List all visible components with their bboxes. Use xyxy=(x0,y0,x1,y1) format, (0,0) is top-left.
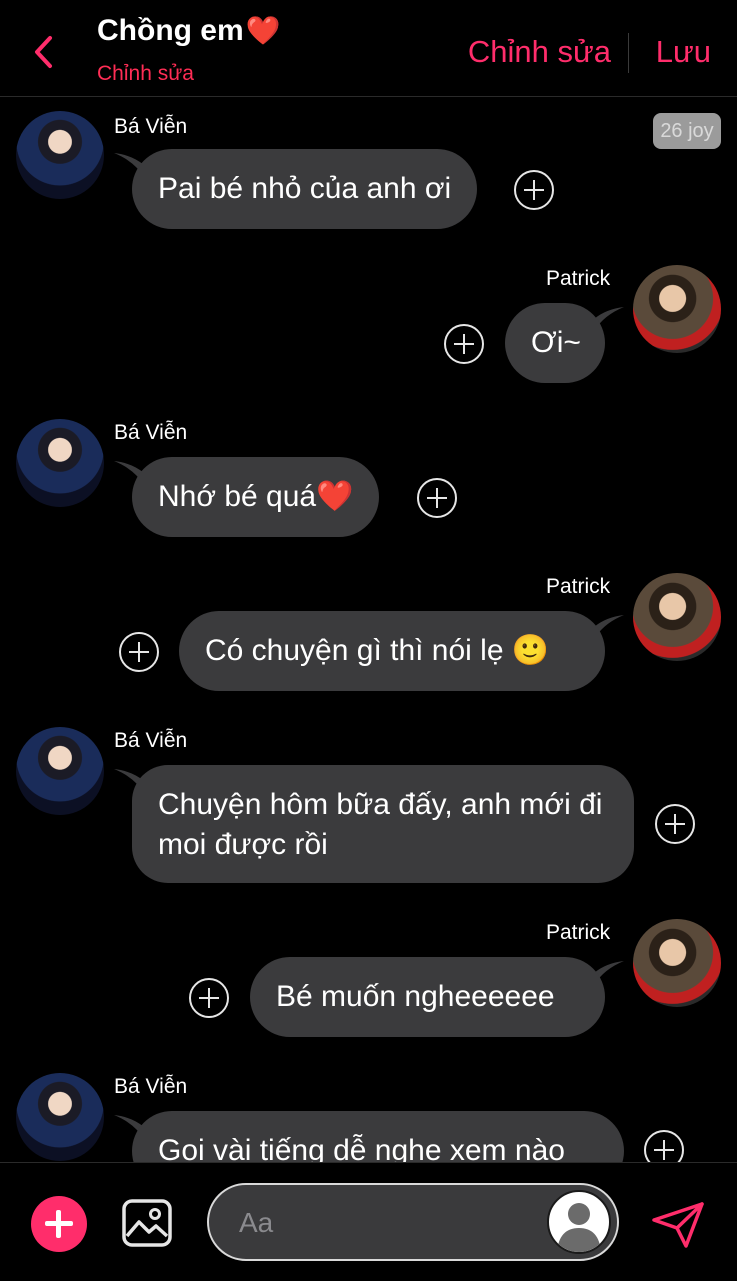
message-bubble[interactable]: Có chuyện gì thì nói lẹ 🙂 xyxy=(179,611,605,691)
message-row: Bá Viễn Nhớ bé quá❤️ xyxy=(0,405,737,555)
save-button[interactable]: Lưu xyxy=(656,34,711,70)
chat-subtitle[interactable]: Chỉnh sửa xyxy=(97,62,194,86)
message-input[interactable] xyxy=(237,1199,541,1247)
message-input-wrapper xyxy=(207,1183,619,1261)
message-row: Patrick Ơi~ xyxy=(0,251,737,401)
sender-name: Bá Viễn xyxy=(114,421,188,444)
image-button[interactable] xyxy=(121,1198,173,1248)
sender-name: Bá Viễn xyxy=(114,1075,188,1098)
send-icon xyxy=(652,1202,704,1248)
add-reaction-button[interactable] xyxy=(655,804,695,844)
composer-bar xyxy=(0,1162,737,1281)
add-reaction-button[interactable] xyxy=(417,478,457,518)
chat-header: Chồng em❤️ Chỉnh sửa Chỉnh sửa Lưu xyxy=(0,0,737,97)
sender-name: Bá Viễn xyxy=(114,115,188,138)
message-row: Bá Viễn Gọi vài tiếng dễ nghe xem nào xyxy=(0,1059,737,1162)
person-icon xyxy=(557,1203,601,1252)
sender-name: Patrick xyxy=(546,575,611,598)
image-icon xyxy=(122,1199,172,1247)
message-row: Patrick Bé muốn ngheeeeee xyxy=(0,905,737,1055)
avatar[interactable] xyxy=(16,727,104,815)
message-row: Bá Viễn Pai bé nhỏ của anh ơi xyxy=(0,97,737,247)
message-row: Bá Viễn Chuyện hôm bữa đấy, anh mới đi m… xyxy=(0,713,737,903)
sender-name: Bá Viễn xyxy=(114,729,188,752)
avatar[interactable] xyxy=(633,573,721,661)
back-button[interactable] xyxy=(28,34,58,70)
chat-title: Chồng em❤️ xyxy=(97,14,281,48)
add-attachment-button[interactable] xyxy=(31,1196,87,1252)
message-bubble[interactable]: Nhớ bé quá❤️ xyxy=(132,457,380,537)
sender-name: Patrick xyxy=(546,267,611,290)
message-bubble[interactable]: Ơi~ xyxy=(505,303,605,383)
header-divider xyxy=(628,33,629,73)
edit-button[interactable]: Chỉnh sửa xyxy=(468,34,611,70)
avatar[interactable] xyxy=(16,419,104,507)
message-list[interactable]: 26 joy Bá Viễn Pai bé nhỏ của anh ơi Pat… xyxy=(0,97,737,1162)
avatar[interactable] xyxy=(633,919,721,1007)
chat-title-text: Chồng em xyxy=(97,14,244,47)
add-reaction-button[interactable] xyxy=(644,1130,684,1162)
add-reaction-button[interactable] xyxy=(444,324,484,364)
message-bubble[interactable]: Pai bé nhỏ của anh ơi xyxy=(132,149,478,229)
message-bubble[interactable]: Gọi vài tiếng dễ nghe xem nào xyxy=(132,1111,624,1162)
add-reaction-button[interactable] xyxy=(514,170,554,210)
add-reaction-button[interactable] xyxy=(119,632,159,672)
message-bubble[interactable]: Chuyện hôm bữa đấy, anh mới đi moi được … xyxy=(132,765,634,883)
send-button[interactable] xyxy=(650,1200,706,1250)
message-row: Patrick Có chuyện gì thì nói lẹ 🙂 xyxy=(0,559,737,709)
chevron-left-icon xyxy=(35,36,52,68)
sender-name: Patrick xyxy=(546,921,611,944)
message-bubble[interactable]: Bé muốn ngheeeeee xyxy=(250,957,605,1037)
sticker-button[interactable] xyxy=(547,1190,611,1254)
add-reaction-button[interactable] xyxy=(189,978,229,1018)
avatar[interactable] xyxy=(16,111,104,199)
avatar[interactable] xyxy=(16,1073,104,1161)
avatar[interactable] xyxy=(633,265,721,353)
heart-emoji: ❤️ xyxy=(245,15,281,46)
